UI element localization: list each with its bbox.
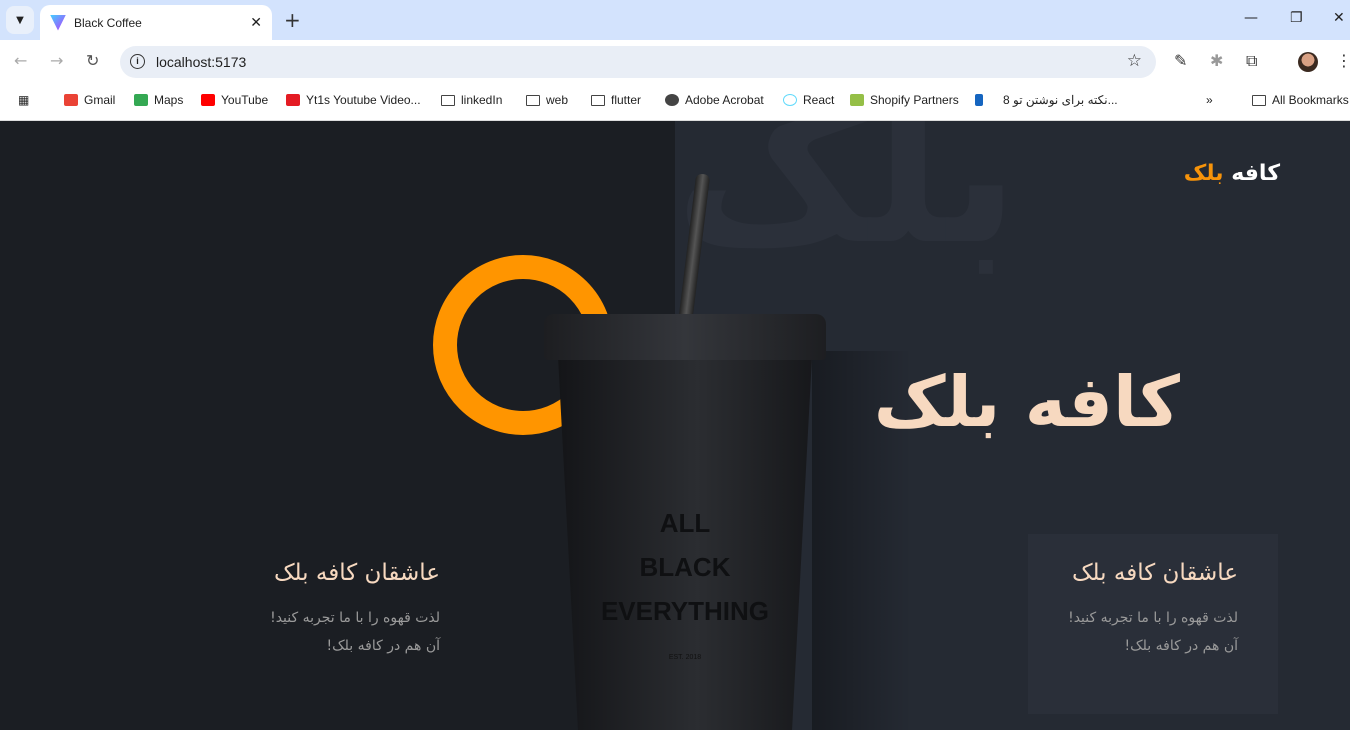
bookmark-article[interactable]: 8 نکته برای نوشتن تو... (975, 93, 1118, 107)
youtube-icon (201, 94, 215, 106)
cup-print: ALL BLACK EVERYTHING (600, 508, 770, 626)
card-line: لذت قهوه را با ما تجربه کنید! (1068, 610, 1238, 626)
card-line: آن هم در کافه بلک! (326, 638, 440, 654)
info-icon[interactable]: i (130, 54, 145, 69)
restore-button[interactable]: ❐ (1290, 10, 1303, 26)
bookmark-react[interactable]: React (783, 93, 834, 107)
feature-card-left: عاشقان کافه بلک لذت قهوه را با ما تجربه … (230, 534, 480, 714)
tab-black-coffee[interactable]: Black Coffee ✕ (40, 5, 272, 40)
bookmark-yt1s[interactable]: Yt1s Youtube Video... (286, 93, 421, 107)
address-bar[interactable]: i localhost:5173 ☆ (120, 46, 1156, 78)
tab-search-button[interactable]: ▼ (6, 6, 34, 34)
maps-icon (134, 94, 148, 106)
feature-card-right: عاشقان کافه بلک لذت قهوه را با ما تجربه … (1028, 534, 1278, 714)
bookmark-gmail[interactable]: Gmail (64, 93, 115, 107)
toolbar: ← → ↻ i localhost:5173 ☆ ✎ ✱ ⧉ ⋮ (0, 40, 1350, 82)
close-tab-icon[interactable]: ✕ (250, 14, 262, 31)
hero-title: کافه بلک (873, 361, 1180, 443)
bookmark-web[interactable]: web (526, 93, 568, 107)
all-bookmarks[interactable]: All Bookmarks (1252, 93, 1349, 107)
bookmark-adobe-acrobat[interactable]: Adobe Acrobat (665, 93, 764, 107)
cup-lid (544, 314, 826, 360)
card-line: لذت قهوه را با ما تجربه کنید! (270, 610, 440, 626)
reload-button[interactable]: ↻ (86, 51, 99, 70)
cup-est: EST. 2018 (668, 654, 702, 661)
extensions-icon[interactable]: ⧉ (1246, 51, 1257, 71)
close-window-button[interactable]: ✕ (1333, 10, 1345, 26)
watermark-text: بلک (675, 121, 1019, 286)
yt1s-icon (286, 94, 300, 106)
more-bookmarks-icon[interactable]: » (1206, 93, 1213, 107)
bookmarks-bar: ▦ Gmail Maps YouTube Yt1s Youtube Video.… (0, 82, 1350, 121)
folder-icon (591, 94, 605, 106)
bookmark-linkedin[interactable]: linkedIn (441, 93, 502, 107)
tab-title: Black Coffee (74, 15, 142, 30)
back-button[interactable]: ← (14, 51, 27, 70)
globe-icon (665, 94, 679, 106)
folder-icon (526, 94, 540, 106)
new-tab-button[interactable]: + (284, 8, 301, 32)
vite-icon (50, 14, 66, 31)
shopify-icon (850, 94, 864, 106)
bookmark-star-icon[interactable]: ☆ (1127, 51, 1142, 71)
page-content: بلک کافه بلک ALL BLACK EVERYTHING EST. 2… (0, 121, 1350, 730)
bookmark-flutter[interactable]: flutter (591, 93, 641, 107)
browser-chrome: ▼ Black Coffee ✕ + — ❐ ✕ ← → ↻ i localho… (0, 0, 1350, 121)
folder-icon (1252, 94, 1266, 106)
bookmark-youtube[interactable]: YouTube (201, 93, 268, 107)
brand-logo[interactable]: کافه بلک (1184, 161, 1280, 186)
gmail-icon (64, 94, 78, 106)
card-title: عاشقان کافه بلک (1071, 560, 1238, 586)
site-icon (975, 94, 983, 106)
card-title: عاشقان کافه بلک (273, 560, 440, 586)
menu-icon[interactable]: ⋮ (1336, 51, 1350, 70)
forward-button[interactable]: → (50, 51, 63, 70)
bookmark-shopify[interactable]: Shopify Partners (850, 93, 959, 107)
eyedropper-icon[interactable]: ✎ (1174, 51, 1187, 70)
bookmark-maps[interactable]: Maps (134, 93, 183, 107)
url-text: localhost:5173 (156, 54, 247, 70)
apps-icon[interactable]: ▦ (18, 93, 29, 107)
minimize-button[interactable]: — (1244, 10, 1258, 26)
avatar[interactable] (1298, 52, 1318, 72)
bug-icon[interactable]: ✱ (1210, 51, 1223, 70)
folder-icon (441, 94, 455, 106)
react-icon (783, 94, 797, 106)
tab-bar: ▼ Black Coffee ✕ + — ❐ ✕ (0, 0, 1350, 40)
card-line: آن هم در کافه بلک! (1124, 638, 1238, 654)
